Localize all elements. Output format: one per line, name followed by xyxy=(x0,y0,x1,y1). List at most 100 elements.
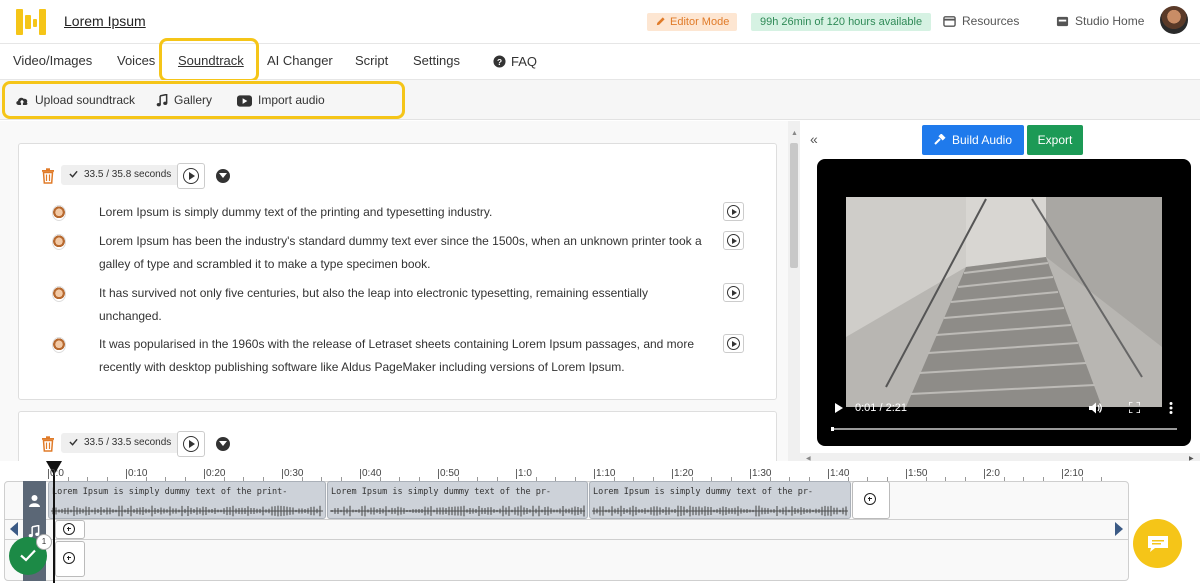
svg-text:?: ? xyxy=(497,57,502,67)
voice-clip[interactable]: Lorem Ipsum is simply dummy text of the … xyxy=(327,481,588,519)
timeline-scroll-left-icon[interactable] xyxy=(10,522,18,536)
tab-settings[interactable]: Settings xyxy=(413,53,460,68)
timeline-tick-label: 2:10 xyxy=(1062,468,1084,479)
play-icon[interactable] xyxy=(835,403,843,413)
timeline-minor-tick xyxy=(789,477,790,481)
video-progress-bar[interactable] xyxy=(831,428,1177,430)
video-time: 0:01 / 2:21 xyxy=(855,402,907,414)
pencil-icon xyxy=(656,17,665,26)
build-audio-button[interactable]: Build Audio xyxy=(922,125,1024,155)
tab-faq-label: FAQ xyxy=(511,54,538,69)
tab-voices[interactable]: Voices xyxy=(117,53,155,68)
playhead-line xyxy=(53,470,55,583)
timeline-minor-tick xyxy=(867,477,868,481)
tab-ai-changer[interactable]: AI Changer xyxy=(267,53,333,68)
timeline-tick-label: 0:40 xyxy=(360,468,382,479)
timeline-minor-tick xyxy=(711,477,712,481)
task-count-badge: 1 xyxy=(36,534,52,550)
clip-label: Lorem Ipsum is simply dummy text of the … xyxy=(52,487,288,497)
timeline-tick-label: 2:0 xyxy=(984,468,1000,479)
editor-mode-badge[interactable]: Editor Mode xyxy=(647,13,738,31)
add-clip-button[interactable] xyxy=(852,481,890,519)
script-line[interactable]: Lorem Ipsum is simply dummy text of the … xyxy=(99,201,709,224)
play-block-button[interactable] xyxy=(177,163,205,189)
scroll-up-icon[interactable]: ▲ xyxy=(791,130,798,137)
timeline-minor-tick xyxy=(847,477,849,481)
voice-avatar[interactable] xyxy=(52,286,66,302)
download-icon[interactable] xyxy=(216,437,230,451)
trash-icon[interactable] xyxy=(41,168,55,184)
chat-button[interactable] xyxy=(1133,519,1182,568)
timeline-tick-label: 0:0 xyxy=(48,468,64,479)
timeline-minor-tick xyxy=(808,477,810,481)
play-line-button[interactable] xyxy=(723,231,744,250)
studio-icon xyxy=(1056,16,1069,27)
tab-video-images[interactable]: Video/Images xyxy=(13,53,92,68)
person-icon xyxy=(29,495,40,507)
script-line[interactable]: Lorem Ipsum has been the industry's stan… xyxy=(99,230,709,276)
add-track-button[interactable] xyxy=(55,541,85,577)
studio-home-link[interactable]: Studio Home xyxy=(1056,14,1144,28)
clip-label: Lorem Ipsum is simply dummy text of the … xyxy=(593,487,814,497)
import-audio-button[interactable]: Import audio xyxy=(237,93,325,107)
timeline-minor-tick xyxy=(418,477,420,481)
app-title-link[interactable]: Lorem Ipsum xyxy=(64,13,146,29)
resources-link[interactable]: Resources xyxy=(943,14,1019,28)
voice-clip[interactable]: Lorem Ipsum is simply dummy text of the … xyxy=(589,481,851,519)
timeline-minor-tick xyxy=(165,477,166,481)
video-progress-fill xyxy=(831,427,834,431)
timeline-minor-tick xyxy=(145,477,147,481)
timeline-minor-tick xyxy=(945,477,946,481)
timeline-minor-tick xyxy=(223,477,225,481)
duration-label: 33.5 / 35.8 seconds xyxy=(84,169,172,180)
app-logo-icon[interactable] xyxy=(16,9,46,35)
timeline-minor-tick xyxy=(769,477,771,481)
track-divider xyxy=(4,519,1129,520)
timeline-tick-label: 1:40 xyxy=(828,468,850,479)
timeline-minor-tick xyxy=(1081,477,1083,481)
gallery-label: Gallery xyxy=(174,93,213,107)
voice-clip[interactable]: Lorem Ipsum is simply dummy text of the … xyxy=(48,481,326,519)
tab-soundtrack[interactable]: Soundtrack xyxy=(178,53,244,68)
trash-icon[interactable] xyxy=(41,436,55,452)
tab-script[interactable]: Script xyxy=(355,53,388,68)
user-avatar[interactable] xyxy=(1160,6,1188,34)
timeline-minor-tick xyxy=(321,477,322,481)
track-divider xyxy=(4,539,1129,540)
youtube-icon xyxy=(237,95,252,107)
tab-faq[interactable]: ? FAQ xyxy=(493,54,537,69)
script-line[interactable]: It has survived not only five centuries,… xyxy=(99,282,709,328)
voice-avatar[interactable] xyxy=(52,337,66,353)
fullscreen-icon[interactable] xyxy=(1129,402,1140,413)
script-line[interactable]: It was popularised in the 1960s with the… xyxy=(99,333,709,379)
play-block-button[interactable] xyxy=(177,431,205,457)
voice-avatar[interactable] xyxy=(52,234,66,250)
timeline-minor-tick xyxy=(399,477,400,481)
play-line-button[interactable] xyxy=(723,283,744,302)
scrollbar-thumb[interactable] xyxy=(790,143,798,268)
video-frame-image xyxy=(846,197,1162,407)
timeline-minor-tick xyxy=(340,477,342,481)
timeline-minor-tick xyxy=(301,477,303,481)
checkmark-icon xyxy=(20,549,36,562)
chat-icon xyxy=(1148,536,1168,552)
upload-soundtrack-button[interactable]: Upload soundtrack xyxy=(15,93,135,107)
play-line-button[interactable] xyxy=(723,334,744,353)
timeline-minor-tick xyxy=(477,477,478,481)
add-music-button[interactable] xyxy=(55,520,85,539)
play-line-button[interactable] xyxy=(723,202,744,221)
timeline-minor-tick xyxy=(457,477,459,481)
export-button[interactable]: Export xyxy=(1027,125,1083,155)
collapse-panel-icon[interactable]: « xyxy=(810,131,818,147)
timeline-scroll-right-icon[interactable] xyxy=(1115,522,1123,536)
hammer-icon xyxy=(934,133,946,145)
timeline-minor-tick xyxy=(555,477,556,481)
timeline-minor-tick xyxy=(243,477,244,481)
more-options-icon[interactable] xyxy=(1169,402,1173,414)
download-icon[interactable] xyxy=(216,169,230,183)
voice-avatar[interactable] xyxy=(52,205,66,221)
gallery-button[interactable]: Gallery xyxy=(156,93,212,107)
volume-icon[interactable] xyxy=(1089,402,1103,414)
timeline-minor-tick xyxy=(262,477,264,481)
timeline-minor-tick xyxy=(633,477,634,481)
